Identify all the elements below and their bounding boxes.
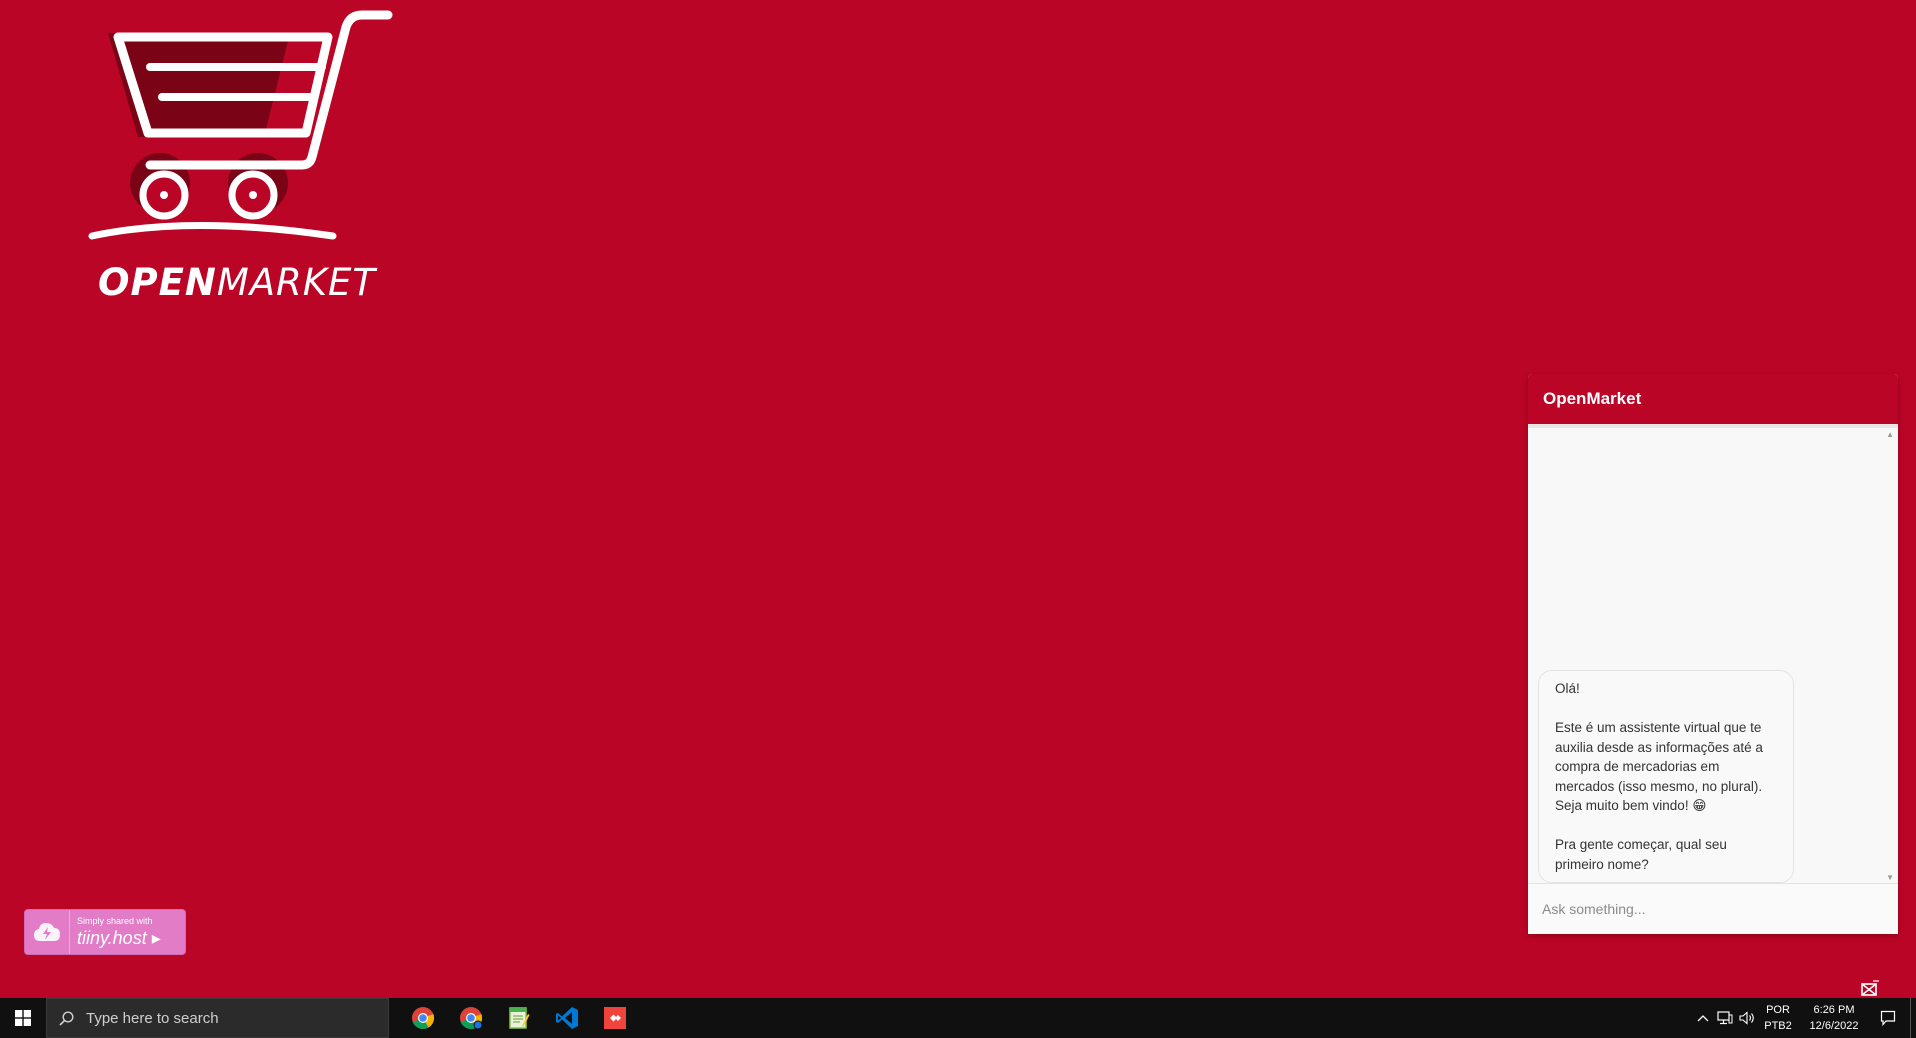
logo-wordmark: OPENMARKET (98, 261, 376, 304)
clock-time: 6:26 PM (1813, 1004, 1855, 1016)
openmarket-logo: OPENMARKET (80, 5, 400, 305)
scroll-up-arrow-icon[interactable]: ▲ (1886, 430, 1894, 439)
taskbar-app-notepad[interactable] (495, 998, 543, 1038)
close-chat-icon[interactable] (1860, 980, 1880, 998)
notification-icon (1880, 1010, 1896, 1026)
bot-message-bubble: Olá! Este é um assistente virtual que te… (1538, 670, 1794, 883)
chat-title: OpenMarket (1543, 389, 1642, 408)
taskbar-app-anydesk[interactable] (591, 998, 639, 1038)
scroll-down-arrow-icon[interactable]: ▼ (1886, 873, 1894, 882)
search-icon (59, 1010, 74, 1026)
vscode-icon (556, 1007, 578, 1029)
chat-message-input[interactable] (1528, 884, 1898, 934)
logo-text-open: OPEN (98, 261, 217, 304)
windows-taskbar: Type here to search POR PTB2 6:26 PM 12/… (0, 998, 1916, 1038)
input-language-indicator[interactable]: POR PTB2 (1758, 1002, 1798, 1034)
taskbar-clock[interactable]: 6:26 PM 12/6/2022 (1802, 1002, 1866, 1034)
chat-messages[interactable]: ▲ Olá! Este é um assistente virtual que … (1528, 428, 1898, 884)
chat-header: OpenMarket (1528, 374, 1898, 428)
badge-title: tiiny.host ▸ (77, 928, 161, 948)
start-button[interactable] (0, 998, 46, 1038)
tiiny-host-badge[interactable]: Simply shared with tiiny.host ▸ (24, 909, 186, 955)
volume-icon[interactable] (1736, 998, 1758, 1038)
windows-logo-icon (15, 1010, 31, 1026)
taskbar-search-box[interactable]: Type here to search (46, 998, 389, 1038)
shopping-cart-icon (88, 10, 393, 240)
keyboard-layout: PTB2 (1764, 1020, 1792, 1032)
taskbar-app-chrome[interactable] (399, 998, 447, 1038)
taskbar-apps (399, 998, 639, 1038)
cloud-upload-icon (25, 910, 70, 954)
action-center-button[interactable] (1866, 998, 1910, 1038)
system-tray: POR PTB2 6:26 PM 12/6/2022 (1692, 998, 1916, 1038)
chat-input-area (1528, 883, 1898, 934)
show-desktop-button[interactable] (1910, 998, 1916, 1038)
logo-text-market: MARKET (216, 261, 376, 304)
search-placeholder: Type here to search (86, 1009, 219, 1027)
anydesk-icon (604, 1007, 626, 1029)
chrome-canary-icon (460, 1007, 483, 1030)
badge-subtitle: Simply shared with (77, 916, 153, 926)
taskbar-app-chrome-canary[interactable] (447, 998, 495, 1038)
chat-widget: OpenMarket ▲ Olá! Este é um assistente v… (1528, 374, 1898, 934)
language-code: POR (1766, 1004, 1790, 1016)
notepad-icon (509, 1007, 530, 1029)
clock-date: 12/6/2022 (1809, 1020, 1859, 1032)
show-hidden-icons-chevron-icon[interactable] (1692, 998, 1714, 1038)
taskbar-app-vscode[interactable] (543, 998, 591, 1038)
chrome-icon (412, 1007, 435, 1030)
network-icon[interactable] (1714, 998, 1736, 1038)
badge-text: Simply shared with tiiny.host ▸ (70, 916, 161, 948)
